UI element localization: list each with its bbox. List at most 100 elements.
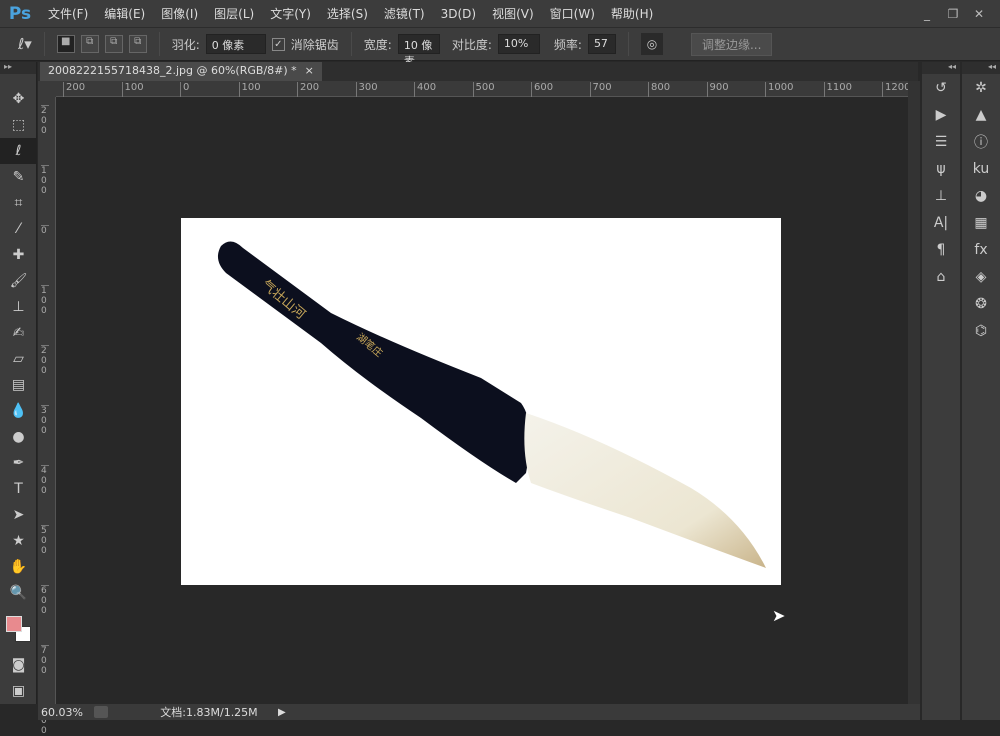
width-label: 宽度: [363, 37, 392, 52]
styles-icon[interactable]: fx [962, 236, 1000, 263]
new-selection-icon[interactable]: ■ [56, 35, 75, 53]
channels-icon[interactable]: ❂ [962, 290, 1000, 317]
vertical-scrollbar[interactable] [908, 81, 920, 704]
hand-tool-icon[interactable]: ✋ [0, 554, 37, 580]
pen-tool-icon[interactable]: ✒ [0, 450, 37, 476]
brush-presets-icon[interactable]: ψ [922, 155, 960, 182]
history-icon[interactable]: ↺ [922, 74, 960, 101]
minimize-button[interactable]: _ [914, 5, 940, 23]
menu-select[interactable]: 选择(S) [319, 5, 376, 22]
zoom-tool-icon[interactable]: 🔍 [0, 580, 37, 606]
magnetic-lasso-icon[interactable]: ℓ▾ [18, 35, 32, 53]
tool-presets-icon[interactable]: ⌂ [922, 263, 960, 290]
intersect-selection-icon[interactable]: ⧉ [128, 35, 147, 53]
layers-icon[interactable]: ◈ [962, 263, 1000, 290]
healing-tool-icon[interactable]: ✚ [0, 242, 37, 268]
menu-file[interactable]: 文件(F) [40, 5, 96, 22]
ruler-tick-label: 200 [41, 345, 49, 376]
ruler-tick-label: 600 [41, 585, 49, 616]
swatches-icon[interactable]: ▦ [962, 209, 1000, 236]
crop-tool-icon[interactable]: ⌗ [0, 190, 37, 216]
panel-dock-2: ◂◂ ✲ ▲ ⓘ ku ◕ ▦ fx ◈ ❂ ⌬ [962, 62, 1000, 720]
ruler-tick-label: 800 [648, 82, 670, 97]
kuler-icon[interactable]: ku [962, 155, 1000, 182]
history-brush-tool-icon[interactable]: ✍ [0, 320, 37, 346]
menu-filter[interactable]: 滤镜(T) [376, 5, 433, 22]
clone-stamp-tool-icon[interactable]: ⊥ [0, 294, 37, 320]
frequency-input[interactable]: 57 [587, 34, 616, 54]
collapse-icon[interactable]: ◂◂ [922, 62, 960, 74]
type-tool-icon[interactable]: T [0, 476, 37, 502]
document-image[interactable]: 气壮山河 湖笔庄 [181, 218, 781, 585]
blur-tool-icon[interactable]: 💧 [0, 398, 37, 424]
antialias-checkbox[interactable]: ✓ [271, 37, 285, 51]
marquee-tool-icon[interactable]: ⬚ [0, 112, 37, 138]
contrast-label: 对比度: [451, 37, 492, 52]
clone-source-icon[interactable]: ⊥ [922, 182, 960, 209]
histogram-icon[interactable]: ▲ [962, 101, 1000, 128]
ruler-corner [38, 81, 56, 97]
divider [350, 32, 352, 56]
refine-edge-button[interactable]: 调整边缘... [690, 32, 773, 56]
character-icon[interactable]: A| [922, 209, 960, 236]
frequency-label: 频率: [553, 37, 582, 52]
menu-window[interactable]: 窗口(W) [542, 5, 603, 22]
menu-image[interactable]: 图像(I) [153, 5, 206, 22]
ruler-tick-label: 200 [297, 82, 319, 97]
collapse-icon[interactable]: ◂◂ [962, 62, 1000, 74]
paths-icon[interactable]: ⌬ [962, 317, 1000, 344]
collapse-icon[interactable]: ▸▸ [0, 62, 36, 74]
ruler-tick-label: 0 [180, 82, 189, 97]
doc-info: 文档:1.83M/1.25M [160, 706, 258, 719]
ruler-tick-label: 1100 [823, 82, 852, 97]
horizontal-ruler[interactable]: 200 100 0 100 200 300 400 500 600 700 800 900 1000 11… [56, 81, 910, 97]
info-icon[interactable]: ⓘ [962, 128, 1000, 155]
move-tool-icon[interactable]: ✥ [0, 86, 37, 112]
adjustments-sliders-icon[interactable]: ☰ [922, 128, 960, 155]
ruler-tick-label: 400 [414, 82, 436, 97]
quick-mask-icon[interactable]: ◙ [0, 652, 37, 678]
pen-pressure-icon[interactable]: ◎ [640, 33, 663, 55]
subtract-selection-icon[interactable]: ⧉ [104, 35, 123, 53]
divider [627, 32, 629, 56]
quick-selection-tool-icon[interactable]: ✎ [0, 164, 37, 190]
foreground-color-swatch[interactable] [6, 616, 22, 632]
add-selection-icon[interactable]: ⧉ [80, 35, 99, 53]
zoom-level[interactable]: 60.03% [38, 706, 90, 719]
menu-type[interactable]: 文字(Y) [262, 5, 319, 22]
ruler-tick-label: 700 [589, 82, 612, 97]
width-input[interactable]: 10 像素 [397, 34, 440, 68]
status-menu-icon[interactable] [94, 706, 108, 718]
paragraph-icon[interactable]: ¶ [922, 236, 960, 263]
eraser-tool-icon[interactable]: ▱ [0, 346, 37, 372]
close-window-button[interactable]: ✕ [966, 5, 992, 23]
ruler-tick-label: 300 [355, 82, 378, 97]
panel-dock-1: ◂◂ ↺ ▶ ☰ ψ ⊥ A| ¶ ⌂ [922, 62, 960, 720]
navigator-icon[interactable]: ✲ [962, 74, 1000, 101]
vertical-ruler[interactable]: 2001000100200300400500600700800 [38, 97, 56, 736]
menu-edit[interactable]: 编辑(E) [96, 5, 153, 22]
dodge-tool-icon[interactable]: ● [0, 424, 37, 450]
color-icon[interactable]: ◕ [962, 182, 1000, 209]
path-selection-tool-icon[interactable]: ➤ [0, 502, 37, 528]
ruler-tick-label: 1000 [765, 82, 793, 97]
brush-tool-icon[interactable]: 🖌 [0, 268, 37, 294]
actions-play-icon[interactable]: ▶ [922, 101, 960, 128]
document-tab[interactable]: 2008222155718438_2.jpg @ 60%(RGB/8#) * × [40, 62, 322, 81]
brush-image: 气壮山河 湖笔庄 [217, 241, 766, 568]
shape-tool-icon[interactable]: ★ [0, 528, 37, 554]
divider [158, 32, 160, 56]
restore-button[interactable]: ❐ [940, 5, 966, 23]
feather-input[interactable]: 0 像素 [205, 34, 266, 54]
eyedropper-tool-icon[interactable]: ⁄ [0, 216, 37, 242]
close-tab-icon[interactable]: × [305, 64, 314, 79]
status-arrow-icon[interactable]: ▶ [278, 707, 286, 718]
menu-3d[interactable]: 3D(D) [433, 7, 484, 21]
lasso-tool-icon[interactable]: ℓ [0, 138, 37, 164]
screen-mode-icon[interactable]: ▣ [0, 678, 37, 704]
contrast-input[interactable]: 10% [497, 34, 540, 54]
menu-help[interactable]: 帮助(H) [603, 5, 661, 22]
menu-view[interactable]: 视图(V) [484, 5, 542, 22]
gradient-tool-icon[interactable]: ▤ [0, 372, 37, 398]
menu-layer[interactable]: 图层(L) [206, 5, 262, 22]
